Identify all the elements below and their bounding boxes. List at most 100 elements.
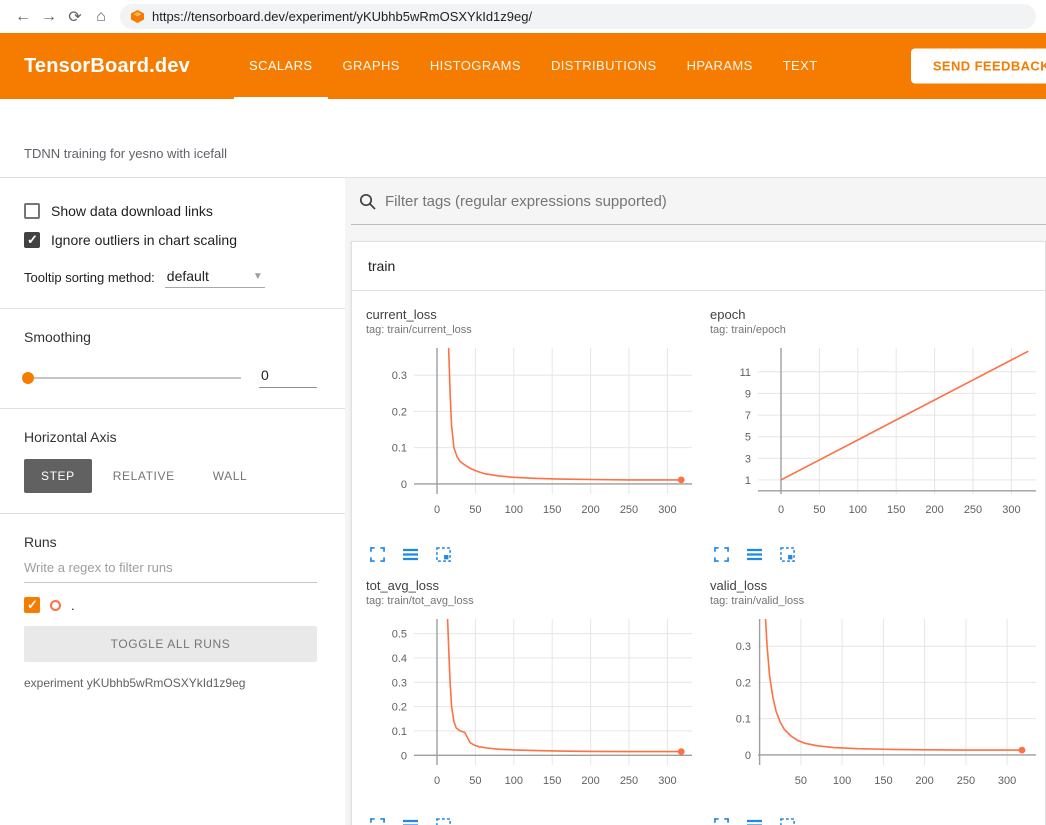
- fit-domain-icon[interactable]: [780, 547, 795, 562]
- divider: [0, 408, 345, 409]
- tag-group-title[interactable]: train: [352, 242, 1045, 291]
- browser-toolbar: ← → ⟳ ⌂ https://tensorboard.dev/experime…: [0, 0, 1046, 33]
- svg-text:300: 300: [658, 504, 676, 516]
- relative-button[interactable]: RELATIVE: [96, 459, 192, 493]
- data-table-icon[interactable]: [403, 818, 418, 825]
- chart-plot[interactable]: 00.10.20.30.40.5050100150200250300: [366, 613, 698, 809]
- divider: [0, 308, 345, 309]
- chart-title: current_loss: [366, 307, 698, 322]
- tooltip-sorting-dropdown[interactable]: default ▼: [165, 268, 265, 288]
- charts-grid: current_losstag: train/current_loss00.10…: [352, 291, 1045, 825]
- chart-tag: tag: train/valid_loss: [710, 595, 1042, 607]
- chart-tag: tag: train/epoch: [710, 324, 1042, 336]
- app-header: TensorBoard.dev SCALARS GRAPHS HISTOGRAM…: [0, 33, 1046, 99]
- svg-text:0.3: 0.3: [392, 677, 407, 689]
- show-download-links-checkbox-row[interactable]: Show data download links: [24, 203, 317, 219]
- fullscreen-icon[interactable]: [370, 547, 385, 562]
- svg-text:0.2: 0.2: [736, 677, 751, 689]
- tab-scalars[interactable]: SCALARS: [234, 33, 328, 99]
- ignore-outliers-label: Ignore outliers in chart scaling: [51, 232, 237, 248]
- chart-tag: tag: train/tot_avg_loss: [366, 595, 698, 607]
- search-icon: [359, 193, 376, 210]
- svg-text:50: 50: [795, 775, 807, 787]
- nav-tabs: SCALARS GRAPHS HISTOGRAMS DISTRIBUTIONS …: [234, 33, 833, 99]
- svg-text:0: 0: [778, 504, 784, 516]
- chart-plot[interactable]: 00.10.20.3050100150200250300: [366, 342, 698, 538]
- slider-thumb[interactable]: [22, 372, 34, 384]
- filter-tags-input[interactable]: [385, 193, 1046, 210]
- svg-text:0: 0: [745, 750, 751, 762]
- horizontal-axis-label: Horizontal Axis: [24, 429, 317, 445]
- address-bar[interactable]: https://tensorboard.dev/experiment/yKUbh…: [120, 4, 1036, 29]
- svg-text:0.5: 0.5: [392, 629, 407, 641]
- svg-text:100: 100: [833, 775, 851, 787]
- data-table-icon[interactable]: [403, 547, 418, 562]
- run-checkbox-icon[interactable]: [24, 597, 40, 613]
- runs-label: Runs: [24, 534, 317, 550]
- checkbox-unchecked-icon[interactable]: [24, 203, 40, 219]
- svg-text:100: 100: [505, 775, 523, 787]
- step-button[interactable]: STEP: [24, 459, 92, 493]
- svg-text:0: 0: [434, 775, 440, 787]
- fullscreen-icon[interactable]: [714, 547, 729, 562]
- svg-text:11: 11: [740, 367, 751, 379]
- smoothing-slider[interactable]: [24, 377, 241, 379]
- tab-hparams[interactable]: HPARAMS: [672, 33, 768, 99]
- chart-title: epoch: [710, 307, 1042, 322]
- runs-filter-input[interactable]: [24, 550, 317, 583]
- chevron-down-icon: ▼: [253, 271, 263, 282]
- svg-text:0.2: 0.2: [392, 406, 407, 418]
- chart-plot[interactable]: 00.10.20.350100150200250300: [710, 613, 1042, 809]
- forward-icon[interactable]: →: [36, 8, 62, 26]
- svg-text:200: 200: [581, 504, 599, 516]
- home-icon[interactable]: ⌂: [88, 8, 114, 26]
- fullscreen-icon[interactable]: [370, 818, 385, 825]
- svg-text:150: 150: [887, 504, 905, 516]
- settings-sidebar: Show data download links Ignore outliers…: [0, 178, 345, 825]
- fit-domain-icon[interactable]: [436, 818, 451, 825]
- tab-text[interactable]: TEXT: [768, 33, 833, 99]
- svg-text:5: 5: [745, 432, 751, 444]
- svg-text:150: 150: [543, 504, 561, 516]
- smoothing-value[interactable]: 0: [259, 367, 317, 388]
- reload-icon[interactable]: ⟳: [62, 7, 88, 27]
- back-icon[interactable]: ←: [10, 8, 36, 26]
- chart-card: current_losstag: train/current_loss00.10…: [366, 307, 698, 562]
- data-table-icon[interactable]: [747, 547, 762, 562]
- data-table-icon[interactable]: [747, 818, 762, 825]
- tooltip-sorting-value: default: [167, 268, 209, 284]
- wall-button[interactable]: WALL: [196, 459, 265, 493]
- svg-text:0.2: 0.2: [392, 702, 407, 714]
- run-row[interactable]: .: [24, 597, 317, 613]
- svg-text:300: 300: [998, 775, 1016, 787]
- svg-text:250: 250: [957, 775, 975, 787]
- url-text: https://tensorboard.dev/experiment/yKUbh…: [152, 9, 532, 24]
- svg-text:250: 250: [620, 775, 638, 787]
- tab-histograms[interactable]: HISTOGRAMS: [415, 33, 536, 99]
- chart-plot[interactable]: 1357911050100150200250300: [710, 342, 1042, 538]
- svg-text:300: 300: [1002, 504, 1020, 516]
- svg-text:0.3: 0.3: [392, 370, 407, 382]
- svg-text:1: 1: [745, 475, 751, 487]
- chart-card: valid_losstag: train/valid_loss00.10.20.…: [710, 578, 1042, 825]
- toggle-all-runs-button[interactable]: TOGGLE ALL RUNS: [24, 626, 317, 662]
- svg-text:50: 50: [813, 504, 825, 516]
- fullscreen-icon[interactable]: [714, 818, 729, 825]
- fit-domain-icon[interactable]: [780, 818, 795, 825]
- svg-text:200: 200: [581, 775, 599, 787]
- chart-actions: [370, 818, 698, 825]
- tab-graphs[interactable]: GRAPHS: [328, 33, 415, 99]
- run-color-swatch-icon: [50, 600, 61, 611]
- svg-text:0.1: 0.1: [392, 726, 407, 738]
- experiment-id-label: experiment yKUbhb5wRmOSXYkId1z9eg: [24, 676, 317, 690]
- ignore-outliers-checkbox-row[interactable]: Ignore outliers in chart scaling: [24, 232, 317, 248]
- svg-text:7: 7: [745, 410, 751, 422]
- checkbox-checked-icon[interactable]: [24, 232, 40, 248]
- tab-distributions[interactable]: DISTRIBUTIONS: [536, 33, 672, 99]
- fit-domain-icon[interactable]: [436, 547, 451, 562]
- svg-text:0.1: 0.1: [736, 714, 751, 726]
- svg-text:100: 100: [505, 504, 523, 516]
- svg-text:0.4: 0.4: [392, 653, 407, 665]
- svg-text:0: 0: [401, 750, 407, 762]
- send-feedback-button[interactable]: SEND FEEDBACK: [911, 49, 1046, 84]
